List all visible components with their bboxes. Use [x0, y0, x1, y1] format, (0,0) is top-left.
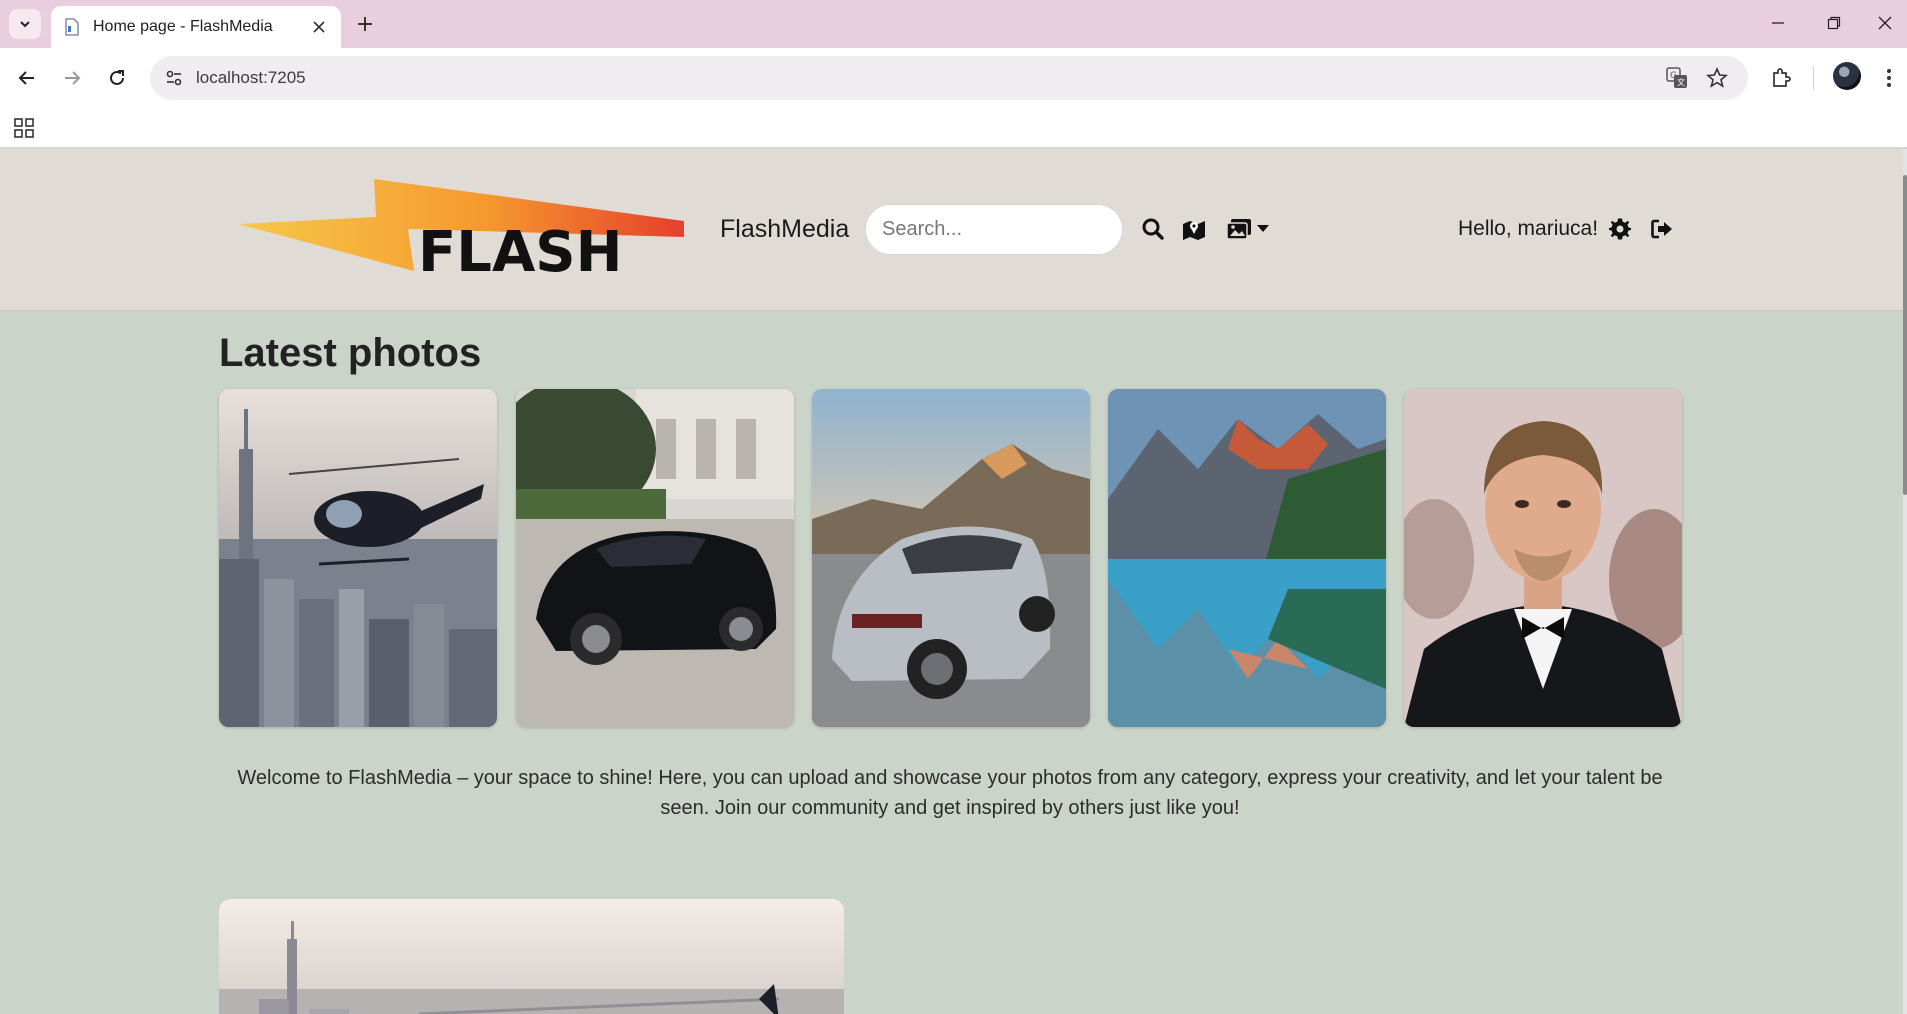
images-icon[interactable]: [1224, 213, 1254, 245]
photo-card[interactable]: [1404, 389, 1682, 727]
logo-wordmark: FLASH: [418, 220, 622, 279]
photo-black-car: [516, 389, 794, 727]
map-icon[interactable]: [1181, 213, 1207, 245]
bookmark-star-icon[interactable]: [1705, 66, 1729, 90]
welcome-text: Welcome to FlashMedia – your space to sh…: [237, 767, 1663, 819]
page-favicon-icon: [63, 18, 81, 36]
logout-icon[interactable]: [1650, 213, 1674, 245]
photo-man-tuxedo: [1404, 389, 1682, 727]
section-title: Latest photos: [219, 331, 482, 375]
tab-search-icon[interactable]: [9, 9, 41, 39]
profile-avatar[interactable]: [1833, 62, 1861, 90]
browser-tab-active[interactable]: Home page - FlashMedia: [51, 6, 341, 48]
address-bar[interactable]: localhost:7205 G文: [150, 56, 1748, 100]
photo-card[interactable]: [812, 389, 1090, 727]
reload-icon[interactable]: [101, 62, 133, 94]
back-icon[interactable]: [11, 62, 43, 94]
apps-grid-icon[interactable]: [10, 116, 38, 140]
caret-down-icon[interactable]: [1256, 213, 1270, 245]
photo-silver-suv: [812, 389, 1090, 727]
photo-helicopter-city: [219, 389, 497, 727]
svg-text:文: 文: [1677, 77, 1685, 87]
url-text: localhost:7205: [196, 68, 306, 87]
site-info-icon[interactable]: [160, 64, 188, 92]
photo-card[interactable]: [516, 389, 794, 727]
scrollbar-thumb[interactable]: [1903, 175, 1907, 495]
photo-card[interactable]: [219, 389, 497, 727]
restore-icon[interactable]: [1806, 0, 1862, 46]
browser-tab-bar: Home page - FlashMedia: [0, 0, 1907, 48]
browser-toolbar: localhost:7205 G文: [0, 48, 1907, 108]
featured-photo-card[interactable]: [219, 899, 844, 1014]
photo-card[interactable]: [1108, 389, 1386, 727]
search-input[interactable]: [865, 204, 1123, 255]
flash-logo[interactable]: FLASH: [238, 179, 684, 285]
svg-text:G: G: [1670, 71, 1677, 81]
new-tab-icon[interactable]: [351, 10, 379, 38]
featured-photo-helicopter-city: [219, 899, 844, 1014]
bookmarks-bar: [0, 108, 1907, 148]
tab-title: Home page - FlashMedia: [93, 18, 273, 35]
search-icon[interactable]: [1140, 213, 1166, 245]
toolbar-separator: [1813, 66, 1814, 90]
site-header: FLASH FlashMedia Hello, mariuca!: [0, 149, 1903, 311]
user-greeting: Hello, mariuca!: [1458, 217, 1599, 240]
page-scrollbar[interactable]: [1903, 149, 1907, 1014]
photo-mountain-lake: [1108, 389, 1386, 727]
more-menu-icon[interactable]: [1877, 62, 1901, 94]
minimize-icon[interactable]: [1750, 0, 1806, 46]
extensions-icon[interactable]: [1765, 62, 1797, 94]
forward-icon[interactable]: [56, 62, 88, 94]
close-tab-icon[interactable]: [309, 17, 329, 37]
page-viewport: FLASH FlashMedia Hello, mariuca! Latest …: [0, 149, 1907, 1014]
brand-name[interactable]: FlashMedia: [720, 215, 849, 244]
translate-icon[interactable]: G文: [1665, 66, 1689, 90]
gear-icon[interactable]: [1608, 213, 1632, 245]
close-window-icon[interactable]: [1862, 0, 1907, 46]
